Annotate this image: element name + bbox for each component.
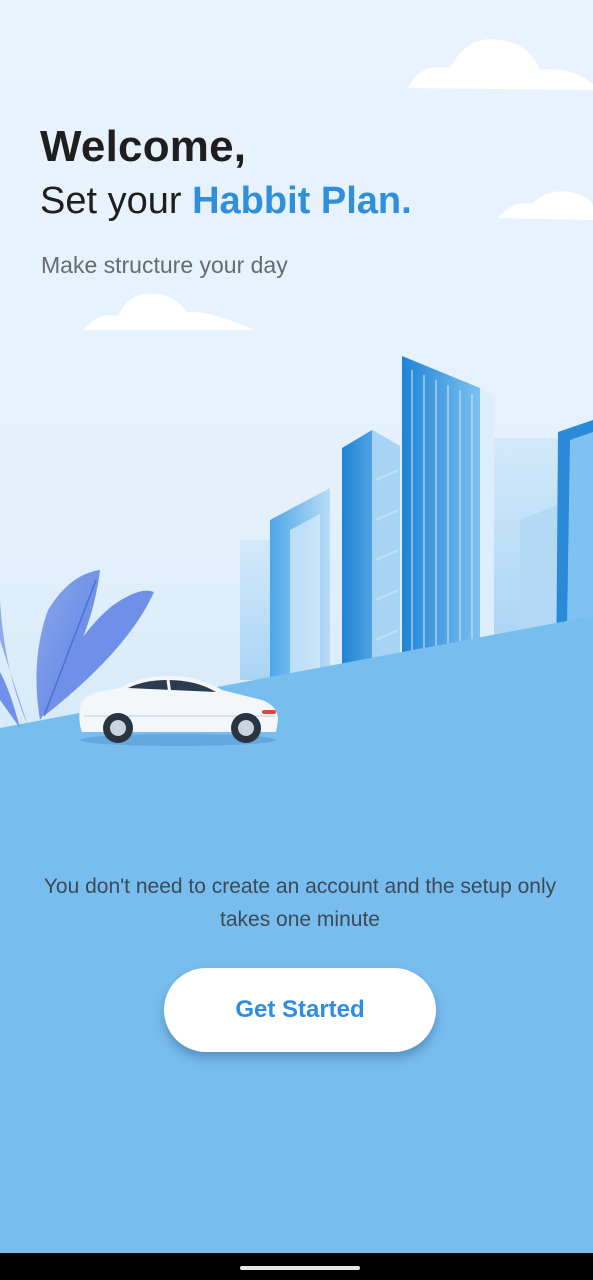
subtitle: Set your Habbit Plan. [40, 180, 412, 223]
tagline: Make structure your day [41, 252, 288, 278]
get-started-button[interactable]: Get Started [164, 968, 436, 1052]
habbit-plan-highlight: Habbit Plan. [192, 180, 412, 222]
cloud-icon [498, 191, 593, 220]
cloud-icon [408, 39, 593, 90]
home-indicator[interactable] [240, 1266, 360, 1270]
welcome-title: Welcome, [40, 122, 247, 171]
setup-info-text: You don't need to create an account and … [43, 875, 557, 931]
onboarding-screen: Welcome, Set your Habbit Plan. Make stru… [0, 0, 593, 1253]
cloud-icon [84, 293, 254, 330]
subtitle-prefix: Set your [40, 180, 193, 222]
